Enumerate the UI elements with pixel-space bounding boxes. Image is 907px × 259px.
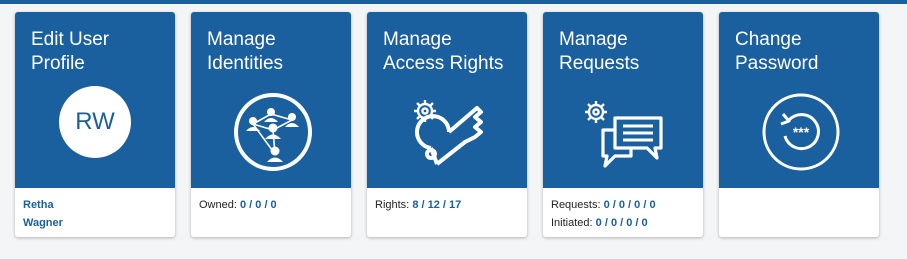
initiated-value: 0 / 0 / 0 / 0 — [595, 217, 648, 229]
owned-value: 0 / 0 / 0 — [239, 199, 277, 211]
chat-gear-icon — [543, 84, 703, 180]
tile-footer — [719, 188, 879, 237]
top-accent-bar — [0, 0, 907, 4]
tile-title-line: Manage — [383, 29, 452, 50]
user-last-name: Wagner — [23, 217, 63, 229]
tile-manage-requests[interactable]: Manage Requests Requests: 0 / 0 / 0 / 0 … — [543, 12, 703, 237]
tile-footer: Rights: 8 / 12 / 17 — [367, 188, 527, 237]
tile-title-line: Profile — [31, 53, 85, 74]
people-network-icon — [191, 84, 351, 180]
tile-title: Change Password — [735, 28, 875, 76]
requests-row: Requests: 0 / 0 / 0 / 0 — [551, 196, 703, 214]
tile-title-line: Identities — [207, 53, 284, 74]
tile-title-line: Password — [735, 53, 819, 74]
tile-title: Manage Requests — [559, 28, 699, 76]
tile-edit-user-profile[interactable]: Edit User Profile RW Retha Wagner — [15, 12, 175, 237]
tile-title-line: Access Rights — [383, 53, 504, 74]
tile-manage-identities[interactable]: Manage Identities Owned: 0 / 0 / 0 — [191, 12, 351, 237]
user-first-name: Retha — [23, 199, 54, 211]
tile-header: Manage Identities — [191, 12, 351, 188]
tile-title-line: Manage — [207, 29, 276, 50]
key-gear-icon — [367, 84, 527, 180]
initiated-row: Initiated: 0 / 0 / 0 / 0 — [551, 214, 703, 232]
tile-footer: Retha Wagner — [15, 188, 175, 237]
rights-value: 8 / 12 / 17 — [412, 199, 462, 211]
tile-header: Manage Access Rights — [367, 12, 527, 188]
tile-title-line: Manage — [559, 29, 628, 50]
tile-footer: Owned: 0 / 0 / 0 — [191, 188, 351, 237]
requests-value: 0 / 0 / 0 / 0 — [603, 199, 656, 211]
tile-title-line: Edit User — [31, 29, 110, 50]
tile-header: Change Password *** — [719, 12, 879, 188]
avatar: RW — [59, 86, 131, 158]
password-reset-icon: *** — [719, 84, 879, 180]
tile-header: Manage Requests — [543, 12, 703, 188]
tile-header: Edit User Profile RW — [15, 12, 175, 188]
rights-label: Rights: — [375, 199, 410, 211]
requests-label: Requests: — [551, 199, 601, 211]
tile-title-line: Change — [735, 29, 802, 50]
tile-manage-access-rights[interactable]: Manage Access Rights Rights: 8 / 12 / 17 — [367, 12, 527, 237]
tile-change-password[interactable]: Change Password *** — [719, 12, 879, 237]
tile-title: Manage Access Rights — [383, 28, 523, 76]
owned-label: Owned: — [199, 199, 237, 211]
password-mask-text: *** — [793, 124, 810, 140]
tile-title: Edit User Profile — [31, 28, 171, 76]
tile-title: Manage Identities — [207, 28, 347, 76]
tile-footer: Requests: 0 / 0 / 0 / 0 Initiated: 0 / 0… — [543, 188, 703, 237]
initiated-label: Initiated: — [551, 217, 593, 229]
tile-title-line: Requests — [559, 53, 640, 74]
